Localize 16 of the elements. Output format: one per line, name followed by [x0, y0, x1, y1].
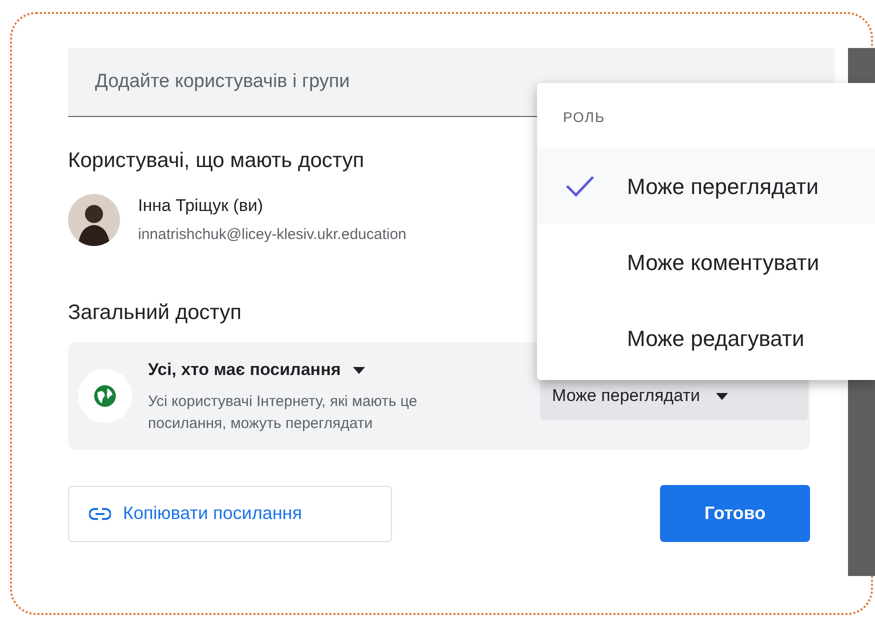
section-heading: Загальний доступ: [68, 300, 242, 326]
done-button[interactable]: Готово: [660, 485, 810, 542]
access-scope-dropdown[interactable]: Усі, хто має посилання: [148, 357, 365, 383]
copy-link-button[interactable]: Копіювати посилання: [68, 486, 392, 542]
check-icon: [565, 175, 595, 197]
role-option[interactable]: Може коментувати: [537, 224, 875, 300]
link-icon: [89, 508, 111, 520]
person-email: innatrishchuk@licey-klesiv.ukr.education: [138, 225, 406, 245]
avatar: [68, 194, 120, 246]
caret-icon: [352, 366, 365, 374]
access-description: Усі користувачі Інтернету, які мають це посилання, можуть переглядати: [148, 392, 418, 434]
caret-icon: [716, 392, 728, 400]
person-name: Інна Тріщук (ви): [138, 194, 264, 216]
role-option[interactable]: Може переглядати: [537, 148, 875, 224]
section-heading: Користувачі, що мають доступ: [68, 148, 366, 174]
globe-icon: [92, 383, 118, 409]
